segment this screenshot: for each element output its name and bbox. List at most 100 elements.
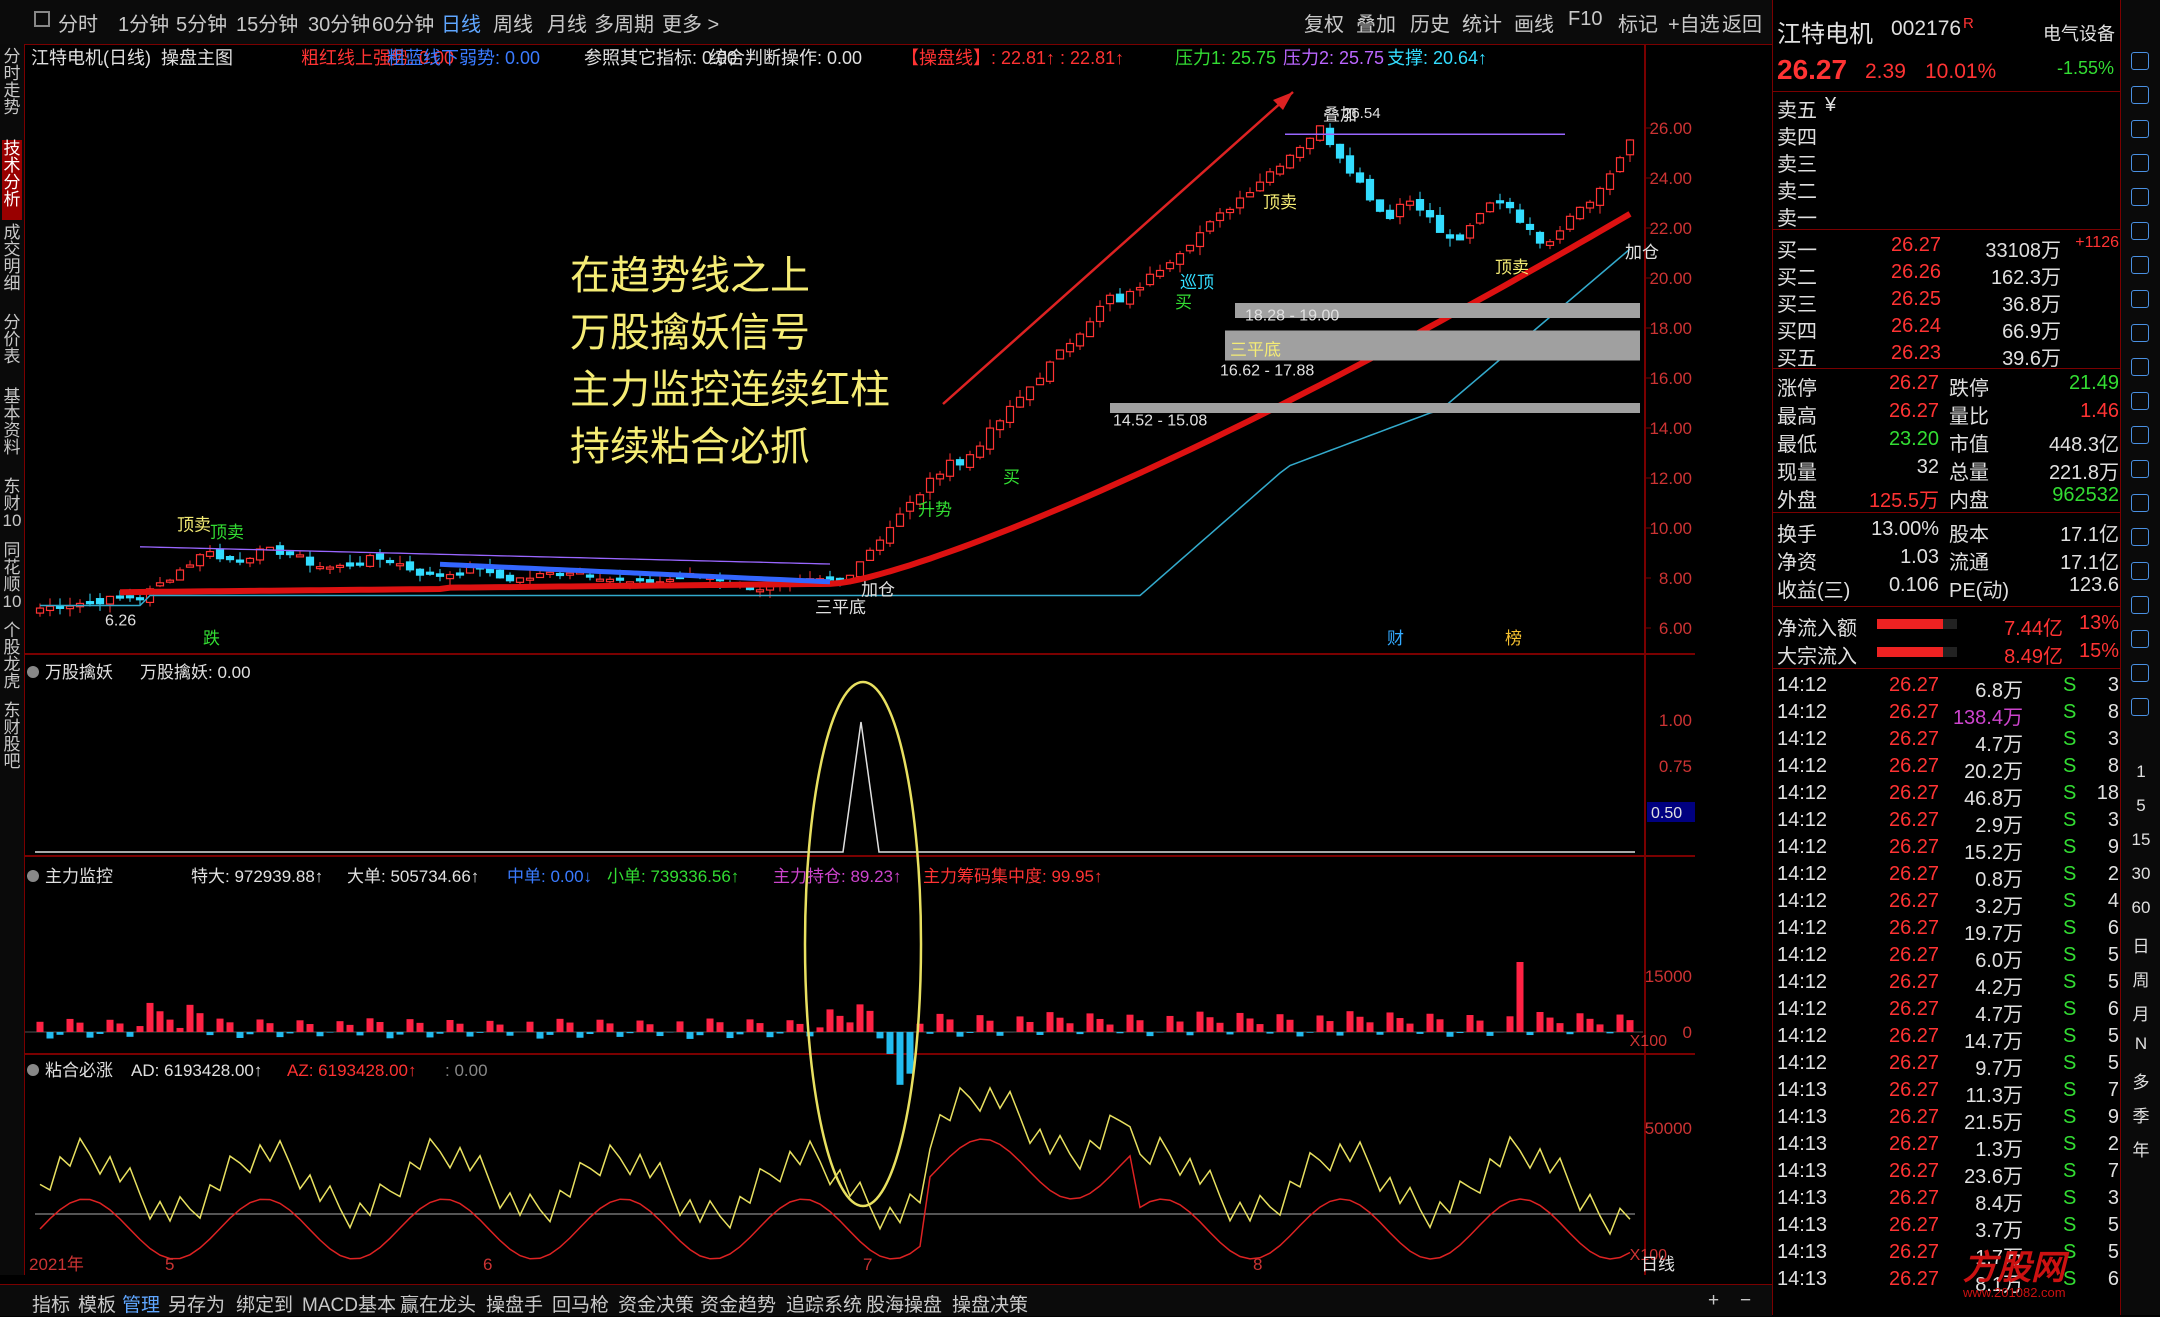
period-shortcut[interactable]: 季 [2121, 1102, 2160, 1127]
grid-icon[interactable] [34, 11, 50, 27]
flow-bar [1107, 1025, 1114, 1032]
chart-area[interactable]: 江特电机(日线)操盘主图粗红线上强势: 0.00粗蓝线下弱势: 0.00参照其它… [25, 44, 1695, 1275]
candle-body [447, 575, 454, 579]
indicator-tab[interactable]: 模板 [78, 1290, 116, 1317]
indicator-tab[interactable]: 资金决策 [618, 1290, 694, 1317]
tick-time: 14:12 [1777, 890, 1827, 913]
flow-bar [347, 1025, 354, 1032]
flow-bar [327, 1032, 334, 1033]
indicator-tab[interactable]: 股海操盘 [866, 1290, 942, 1317]
tool-icon[interactable] [2131, 154, 2149, 172]
flow-bar [187, 1005, 194, 1032]
tool-icon[interactable] [2131, 358, 2149, 376]
flow-bar [1127, 1015, 1134, 1032]
period-tab[interactable]: 30分钟 [308, 8, 370, 37]
candle-body [1137, 288, 1144, 290]
toolbar-button[interactable]: 叠加 [1356, 8, 1396, 37]
toolbar-button[interactable]: 返回 [1722, 8, 1762, 37]
left-tab[interactable]: 个股龙虎 [2, 622, 22, 698]
indicator-tab[interactable]: 操盘决策 [952, 1290, 1028, 1317]
tool-icon[interactable] [2131, 630, 2149, 648]
tool-icon[interactable] [2131, 494, 2149, 512]
period-shortcut[interactable]: 5 [2121, 796, 2160, 816]
tool-icon[interactable] [2131, 664, 2149, 682]
period-tab[interactable]: 周线 [493, 8, 533, 37]
tool-icon[interactable] [2131, 52, 2149, 70]
tool-icon[interactable] [2131, 188, 2149, 206]
indicator-tab[interactable]: 操盘手 [486, 1290, 543, 1317]
left-tab[interactable]: 成交明细 [2, 224, 22, 310]
flow-bar [1877, 647, 1957, 657]
period-shortcut[interactable]: 月 [2121, 1000, 2160, 1025]
tool-icon[interactable] [2131, 528, 2149, 546]
left-tab[interactable]: 东财10 [2, 478, 22, 538]
period-shortcut[interactable]: 15 [2121, 830, 2160, 850]
period-tab[interactable]: 5分钟 [176, 8, 227, 37]
candle-body [1357, 173, 1364, 182]
left-tab[interactable]: 基本资料 [2, 388, 22, 474]
left-tab[interactable]: 同花顺10 [2, 542, 22, 618]
period-tab[interactable]: 1分钟 [118, 8, 169, 37]
period-shortcut[interactable]: 30 [2121, 864, 2160, 884]
indicator-tab[interactable]: 管理 [122, 1290, 160, 1317]
toolbar-button[interactable]: F10 [1568, 8, 1602, 31]
indicator-tab[interactable]: 资金趋势 [700, 1290, 776, 1317]
toolbar-button[interactable]: 标记 [1618, 8, 1658, 37]
indicator-tab[interactable]: MACD基本 [302, 1290, 396, 1317]
toolbar-button[interactable]: 画线 [1514, 8, 1554, 37]
toolbar-button[interactable]: 复权 [1304, 8, 1344, 37]
period-tab[interactable]: 60分钟 [372, 8, 434, 37]
period-tab[interactable]: 日线 [441, 8, 481, 37]
indicator-tab[interactable]: 另存为 [168, 1290, 225, 1317]
indicator-tab[interactable]: 指标 [32, 1290, 70, 1317]
toolbar-button[interactable]: +自选 [1668, 8, 1720, 37]
tool-icon[interactable] [2131, 562, 2149, 580]
sector-name[interactable]: 电气设备 [2043, 20, 2115, 46]
left-tab[interactable]: 分时走势 [2, 48, 22, 136]
zoom-in-button[interactable]: + [1708, 1290, 1719, 1312]
zoom-out-button[interactable]: − [1740, 1290, 1751, 1312]
tool-icon[interactable] [2131, 460, 2149, 478]
sector-pct: -1.55% [2057, 58, 2114, 79]
period-shortcut[interactable]: 年 [2121, 1136, 2160, 1161]
stock-name: 江特电机 [1777, 14, 1873, 49]
period-shortcut[interactable]: 日 [2121, 932, 2160, 957]
indicator-tab[interactable]: 赢在龙头 [400, 1290, 476, 1317]
kline-svg[interactable]: 江特电机(日线)操盘主图粗红线上强势: 0.00粗蓝线下弱势: 0.00参照其它… [25, 44, 1695, 1275]
toolbar-button[interactable]: 统计 [1462, 8, 1502, 37]
tool-icon[interactable] [2131, 86, 2149, 104]
period-tab[interactable]: 分时 [58, 8, 98, 37]
tool-icon[interactable] [2131, 222, 2149, 240]
left-tab[interactable]: 技术分析 [2, 140, 22, 220]
tool-icon[interactable] [2131, 426, 2149, 444]
flow-bar [827, 1009, 834, 1032]
period-shortcut[interactable]: 60 [2121, 898, 2160, 918]
tool-icon[interactable] [2131, 120, 2149, 138]
period-shortcut[interactable]: N [2121, 1034, 2160, 1054]
indicator-tab[interactable]: 追踪系统 [786, 1290, 862, 1317]
tool-icon[interactable] [2131, 290, 2149, 308]
indicator-tab[interactable]: 绑定到 [236, 1290, 293, 1317]
period-tab[interactable]: 多周期 [594, 8, 654, 37]
stat-value: 17.1亿 [2060, 546, 2119, 575]
period-tab[interactable]: 月线 [547, 8, 587, 37]
period-shortcut[interactable]: 多 [2121, 1068, 2160, 1093]
tool-icon[interactable] [2131, 324, 2149, 342]
signal-label: 买 [1003, 468, 1020, 487]
tick-side: S [2063, 1214, 2076, 1237]
tool-icon[interactable] [2131, 256, 2149, 274]
tool-icon[interactable] [2131, 698, 2149, 716]
flow-bar [1067, 1023, 1074, 1032]
toolbar-button[interactable]: 历史 [1410, 8, 1450, 37]
tool-icon[interactable] [2131, 392, 2149, 410]
period-tab[interactable]: 更多 > [662, 8, 719, 37]
left-tab[interactable]: 东财股吧 [2, 702, 22, 782]
ask-row: 卖五¥ [1773, 92, 2121, 119]
indicator-tab[interactable]: 回马枪 [552, 1290, 609, 1317]
tick-list[interactable]: 14:1226.276.8万S314:1226.27138.4万S814:122… [1773, 668, 2121, 1308]
period-shortcut[interactable]: 1 [2121, 762, 2160, 782]
period-shortcut[interactable]: 周 [2121, 966, 2160, 991]
tool-icon[interactable] [2131, 596, 2149, 614]
left-tab[interactable]: 分价表 [2, 314, 22, 384]
period-tab[interactable]: 15分钟 [236, 8, 298, 37]
